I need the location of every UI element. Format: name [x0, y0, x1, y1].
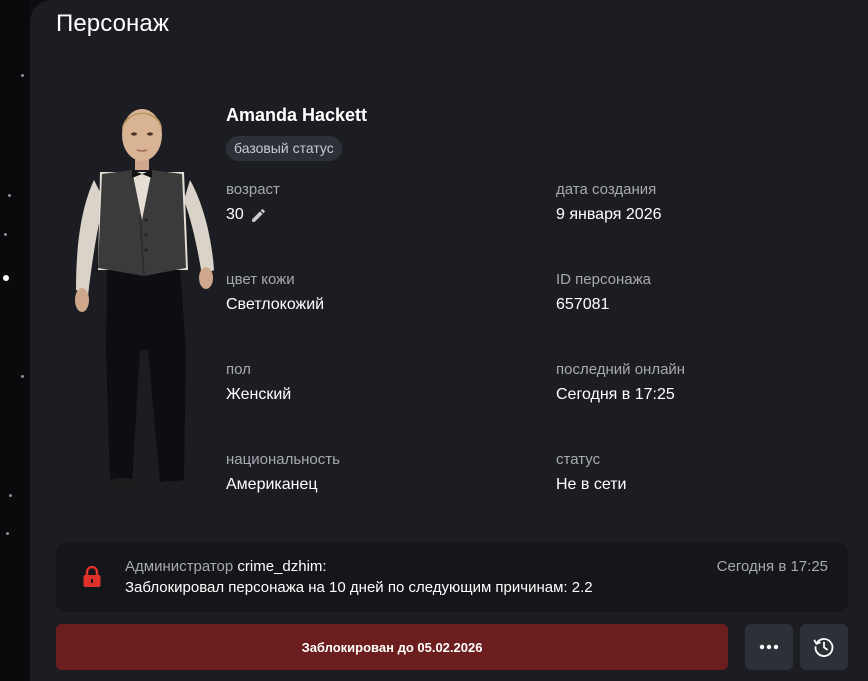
history-button[interactable]: [800, 624, 848, 670]
created-label: дата создания: [556, 181, 657, 198]
sidebar-dot: [8, 194, 11, 197]
sidebar-dot: [9, 494, 12, 497]
character-card: Персонаж Amanda Hackett базовый статус в…: [30, 0, 868, 681]
age-label: возраст: [226, 181, 280, 198]
nationality-label: национальность: [226, 451, 340, 468]
sidebar-dot-active[interactable]: [3, 275, 9, 281]
log-timestamp: Сегодня в 17:25: [716, 558, 828, 575]
character-id-label: ID персонажа: [556, 271, 651, 288]
more-dots-icon: [759, 644, 779, 650]
sidebar-dot: [21, 375, 24, 378]
log-author-prefix: Администратор: [125, 558, 234, 575]
lock-icon: [83, 566, 101, 587]
log-author: Администратор crime_dzhim:: [125, 558, 327, 575]
skin-label: цвет кожи: [226, 271, 295, 288]
last-online-label: последний онлайн: [556, 361, 686, 378]
more-options-button[interactable]: [745, 624, 793, 670]
nationality-field: национальность Американец: [226, 450, 340, 495]
character-name: Amanda Hackett: [226, 105, 368, 125]
status-badge: базовый статус: [226, 136, 342, 161]
left-sidebar-strip: [0, 0, 30, 681]
admin-log-entry: Администратор crime_dzhim: Заблокировал …: [56, 542, 848, 612]
log-message: Заблокировал персонажа на 10 дней по сле…: [125, 579, 593, 596]
log-admin-name[interactable]: crime_dzhim:: [237, 558, 326, 575]
skin-value: Светлокожий: [226, 296, 325, 313]
online-status-value: Не в сети: [556, 476, 627, 493]
created-field: дата создания 9 января 2026: [556, 180, 661, 225]
age-field: возраст 30: [226, 180, 280, 225]
sidebar-dot: [6, 532, 9, 535]
character-id-field: ID персонажа 657081: [556, 270, 651, 315]
online-status-label: статус: [556, 451, 601, 468]
page-title: Персонаж: [56, 10, 170, 37]
gender-label: пол: [226, 361, 251, 378]
gender-field: пол Женский: [226, 360, 291, 405]
last-online-field: последний онлайн Сегодня в 17:25: [556, 360, 685, 405]
created-value: 9 января 2026: [556, 206, 662, 223]
character-model-image: [75, 109, 214, 495]
sidebar-dot: [21, 74, 24, 77]
last-online-value: Сегодня в 17:25: [556, 386, 675, 403]
age-value-row: 30: [226, 205, 280, 225]
online-status-field: статус Не в сети: [556, 450, 626, 495]
nationality-value: Американец: [226, 476, 318, 493]
pencil-edit-icon[interactable]: [250, 207, 267, 224]
history-clock-icon: [813, 638, 834, 657]
age-value: 30: [226, 206, 244, 223]
ban-status-button[interactable]: Заблокирован до 05.02.2026: [56, 624, 728, 670]
sidebar-dot: [4, 233, 7, 236]
skin-field: цвет кожи Светлокожий: [226, 270, 324, 315]
gender-value: Женский: [226, 386, 292, 403]
character-id-value: 657081: [556, 296, 610, 313]
character-page: Персонаж Amanda Hackett базовый статус в…: [0, 0, 868, 681]
